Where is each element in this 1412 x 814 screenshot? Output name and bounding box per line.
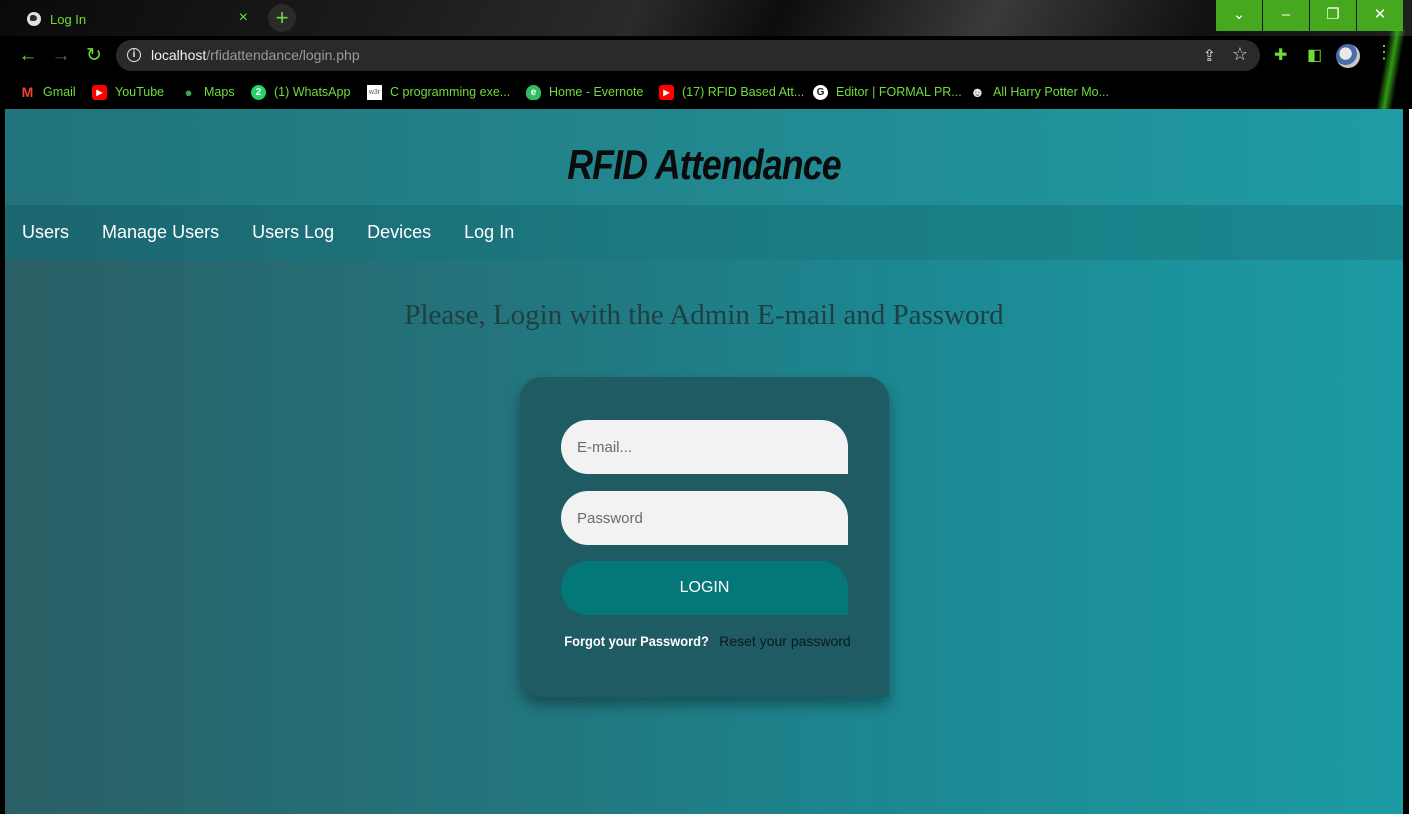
harry-potter-icon: ☻	[970, 83, 985, 100]
extensions-puzzle-icon[interactable]: ✚	[1274, 45, 1287, 65]
forgot-password-row: Forgot your Password? Reset your passwor…	[520, 633, 889, 649]
forward-arrow-icon[interactable]: →	[47, 42, 75, 70]
bookmark-maps[interactable]: ● Maps	[181, 82, 235, 102]
nav-item-log-in[interactable]: Log In	[464, 222, 530, 243]
bookmark-label: Gmail	[43, 85, 76, 99]
info-icon[interactable]: i	[127, 48, 141, 62]
share-icon[interactable]: ⇪	[1203, 46, 1216, 66]
maps-pin-icon: ●	[184, 84, 193, 100]
bookmark-editor[interactable]: G Editor | FORMAL PR...	[813, 82, 962, 102]
bookmarks-bar: M Gmail ▶ YouTube ● Maps 2 (1) WhatsApp …	[0, 76, 1412, 108]
login-prompt: Please, Login with the Admin E-mail and …	[404, 299, 1004, 331]
login-button[interactable]: LOGIN	[561, 561, 848, 615]
email-field[interactable]	[561, 420, 848, 474]
browser-toolbar: ← → ↻ i localhost/rfidattendance/login.p…	[0, 36, 1412, 76]
restore-button[interactable]: ❐	[1310, 0, 1356, 31]
whatsapp-icon: 2	[251, 84, 266, 100]
close-icon[interactable]: ×	[239, 9, 248, 27]
password-field[interactable]	[561, 491, 848, 545]
bookmark-star-icon[interactable]: ☆	[1232, 44, 1248, 65]
close-window-button[interactable]: ✕	[1357, 0, 1403, 31]
main-nav: Users Manage Users Users Log Devices Log…	[5, 205, 1403, 260]
site-title: RFID Attendance	[567, 141, 841, 188]
gmail-icon: M	[21, 83, 34, 100]
bookmark-rfid-video[interactable]: ▶ (17) RFID Based Att...	[659, 82, 804, 102]
globe-icon	[27, 12, 41, 26]
w3resource-icon: w3r	[367, 84, 382, 100]
page-content: RFID Attendance Users Manage Users Users…	[5, 109, 1403, 814]
forgot-password-text: Forgot your Password?	[564, 633, 710, 649]
new-tab-button[interactable]: +	[268, 4, 296, 32]
reload-icon[interactable]: ↻	[80, 42, 108, 70]
bookmark-label: Home - Evernote	[549, 85, 644, 99]
window-border-right	[1403, 109, 1412, 814]
nav-item-manage-users[interactable]: Manage Users	[102, 222, 235, 243]
youtube-icon: ▶	[659, 84, 674, 100]
nav-item-users[interactable]: Users	[22, 222, 85, 243]
bookmark-label: YouTube	[115, 85, 165, 99]
side-panel-icon[interactable]: ◧	[1307, 45, 1322, 65]
address-bar[interactable]: i localhost/rfidattendance/login.php ⇪ ☆	[116, 40, 1260, 71]
back-arrow-icon[interactable]: ←	[14, 42, 42, 70]
editor-g-icon: G	[813, 84, 828, 100]
tab-login[interactable]: Log In ×	[12, 2, 262, 36]
url-text: localhost/rfidattendance/login.php	[151, 47, 360, 63]
bookmark-evernote[interactable]: e Home - Evernote	[526, 82, 643, 102]
bookmark-label: All Harry Potter Mo...	[993, 85, 1109, 99]
bookmark-w3resource[interactable]: w3r C programming exe...	[367, 82, 510, 102]
nav-item-users-log[interactable]: Users Log	[252, 222, 350, 243]
bookmark-harry-potter[interactable]: ☻ All Harry Potter Mo...	[970, 82, 1109, 102]
minimize-button[interactable]: –	[1263, 0, 1309, 31]
bookmark-label: (1) WhatsApp	[274, 85, 351, 99]
title-bar: Log In × + ⌄ – ❐ ✕	[0, 0, 1412, 36]
evernote-icon: e	[526, 84, 541, 100]
window-border-left	[0, 109, 5, 814]
tab-search-button[interactable]: ⌄	[1216, 0, 1262, 31]
browser-window: Log In × + ⌄ – ❐ ✕ ← → ↻ i localhost/rfi…	[0, 0, 1412, 814]
login-card: LOGIN Forgot your Password? Reset your p…	[520, 377, 889, 697]
profile-avatar[interactable]	[1336, 44, 1360, 68]
bookmark-label: C programming exe...	[390, 85, 511, 99]
bookmark-label: Maps	[204, 85, 235, 99]
reset-password-link[interactable]: Reset your password	[719, 633, 851, 649]
bookmark-label: Editor | FORMAL PR...	[836, 85, 962, 99]
url-host: localhost	[151, 47, 207, 63]
site-header: RFID Attendance	[5, 109, 1403, 205]
bookmark-whatsapp[interactable]: 2 (1) WhatsApp	[251, 82, 350, 102]
bookmark-label: (17) RFID Based Att...	[682, 85, 805, 99]
url-path: /rfidattendance/login.php	[206, 47, 360, 63]
bookmark-gmail[interactable]: M Gmail	[20, 82, 76, 102]
bookmark-youtube[interactable]: ▶ YouTube	[92, 82, 164, 102]
nav-item-devices[interactable]: Devices	[367, 222, 447, 243]
tab-title: Log In	[50, 11, 87, 27]
youtube-icon: ▶	[92, 84, 107, 100]
